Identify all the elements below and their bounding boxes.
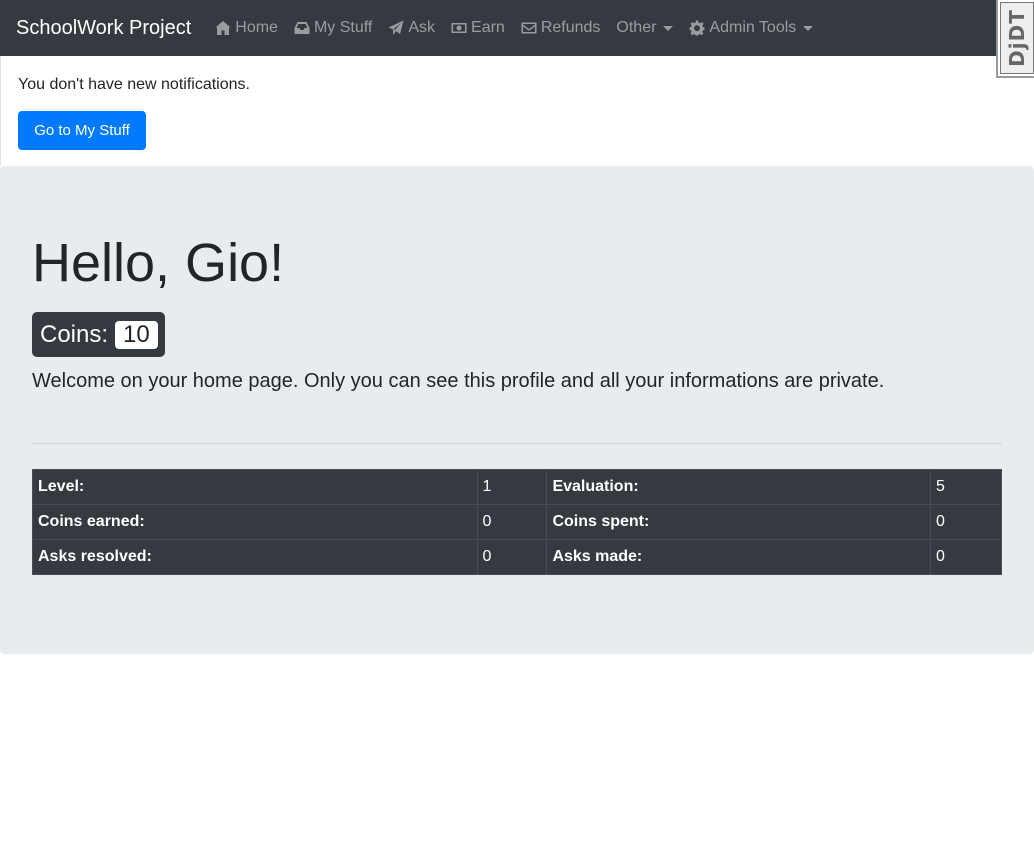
nav-item-earn[interactable]: Earn [451, 19, 505, 37]
coins-badge: Coins: 10 [32, 312, 165, 357]
stats-table: Level: 1 Evaluation: 5 Coins earned: 0 C… [32, 469, 1002, 575]
debug-toolbar-button[interactable]: DjDT [1000, 2, 1034, 74]
stat-value: 0 [930, 504, 1002, 540]
go-to-my-stuff-button[interactable]: Go to My Stuff [18, 111, 146, 150]
nav-item-label: Refunds [540, 19, 601, 36]
nav-item-label: Other [616, 19, 657, 36]
greeting-heading: Hello, Gio! [32, 233, 285, 293]
stat-label: Asks resolved: [32, 539, 478, 575]
divider [32, 443, 1002, 444]
welcome-lead: Welcome on your home page. Only you can … [32, 370, 885, 392]
caret-down-icon [803, 25, 814, 31]
table-row: Coins earned: 0 Coins spent: 0 [32, 504, 1002, 540]
table-row: Asks resolved: 0 Asks made: 0 [32, 539, 1002, 575]
stat-value: 0 [930, 539, 1002, 575]
nav-item-refunds[interactable]: Refunds [521, 19, 601, 37]
coins-value: 10 [115, 320, 158, 349]
nav-item-label: Earn [471, 19, 505, 36]
stat-value: 1 [476, 469, 548, 505]
caret-down-icon [663, 25, 674, 31]
gear-icon [689, 20, 705, 36]
stat-value: 0 [476, 539, 548, 575]
stat-value: 5 [930, 469, 1002, 505]
paper-plane-icon [388, 20, 404, 35]
envelope-icon [521, 22, 537, 34]
debug-toolbar-label: DjDT [1005, 9, 1030, 67]
stat-label: Level: [32, 469, 478, 505]
nav-item-label: Ask [408, 19, 436, 36]
nav-item-label: Admin Tools [709, 19, 797, 36]
stat-label: Coins spent: [546, 504, 932, 540]
nav-item-ask[interactable]: Ask [388, 19, 435, 37]
nav-item-my-stuff[interactable]: My Stuff [294, 19, 372, 37]
stat-value: 0 [476, 504, 548, 540]
home-icon [215, 21, 231, 35]
notifications-message: You don't have new notifications. [18, 76, 250, 93]
debug-toolbar-handle[interactable]: DjDT [996, 0, 1034, 78]
top-navbar: SchoolWork Project Home My Stuff Ask Ear… [0, 0, 1034, 56]
nav-item-label: Home [235, 19, 278, 36]
stat-label: Asks made: [546, 539, 932, 575]
nav-dropdown-other[interactable]: Other [616, 19, 674, 37]
table-row: Level: 1 Evaluation: 5 [32, 469, 1002, 505]
notifications-panel: You don't have new notifications. Go to … [0, 56, 996, 166]
navbar-brand[interactable]: SchoolWork Project [16, 17, 191, 40]
coins-label: Coins: [40, 320, 109, 348]
nav-item-label: My Stuff [313, 19, 373, 36]
stat-label: Evaluation: [546, 469, 932, 505]
inbox-icon [294, 22, 310, 34]
profile-jumbotron: Hello, Gio! Coins: 10 Welcome on your ho… [0, 166, 1034, 654]
stat-label: Coins earned: [32, 504, 478, 540]
nav-dropdown-admin-tools[interactable]: Admin Tools [689, 19, 814, 37]
money-bill-icon [451, 23, 467, 33]
nav-item-home[interactable]: Home [215, 19, 278, 37]
